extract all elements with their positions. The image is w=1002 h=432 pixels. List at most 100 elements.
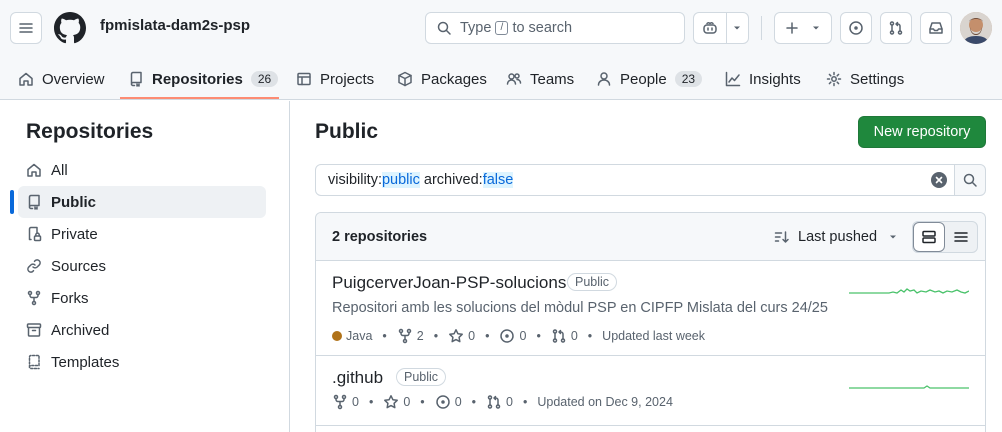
repository-description: Repositori amb les solucions del mòdul P… (332, 300, 828, 316)
card-view-button[interactable] (913, 222, 945, 252)
sort-label: Last pushed (798, 229, 878, 245)
sidebar-item-private[interactable]: Private (18, 218, 266, 250)
issue-opened-icon (435, 395, 450, 409)
search-prefix: Type (460, 20, 492, 36)
archive-icon (26, 323, 42, 337)
home-icon (19, 72, 33, 86)
tab-teams[interactable]: Teams (506, 58, 574, 100)
repo-icon (28, 194, 40, 210)
sidebar-item-templates[interactable]: Templates (18, 346, 266, 378)
updated-timestamp: Updated on Dec 9, 2024 (537, 395, 673, 409)
tab-label: Overview (42, 70, 105, 88)
repository-count: 2 repositories (332, 229, 428, 245)
view-toggle (912, 221, 978, 253)
sidebar-item-public[interactable]: Public (18, 186, 266, 218)
filter-value-visibility: public (381, 172, 420, 188)
person-icon (597, 72, 611, 86)
tab-label: Insights (749, 70, 801, 88)
repo-count-badge: 26 (250, 71, 279, 87)
org-nav-tabs: Overview Repositories 26 Projects Packag… (0, 58, 1002, 100)
hamburger-icon (19, 23, 33, 33)
copilot-button[interactable] (693, 12, 749, 44)
sidebar-item-sources[interactable]: Sources (18, 250, 266, 282)
avatar-icon (960, 12, 992, 44)
sidebar-item-label: Forks (51, 289, 89, 307)
create-new-button[interactable] (774, 12, 832, 44)
table-icon (297, 72, 311, 86)
new-repository-button[interactable]: New repository (858, 116, 986, 148)
repository-filter-input[interactable]: visibility: public archived: false (315, 164, 955, 196)
sidebar-item-forks[interactable]: Forks (18, 282, 266, 314)
forks-count[interactable]: 0 (352, 395, 359, 409)
stars-count[interactable]: 0 (403, 395, 410, 409)
fork-icon (333, 394, 347, 410)
active-item-marker (10, 190, 14, 214)
inbox-icon (929, 22, 943, 34)
chevron-down-icon (813, 26, 819, 30)
tab-label: Teams (530, 70, 575, 88)
sidebar-item-archived[interactable]: Archived (18, 314, 266, 346)
tab-label: Packages (421, 70, 487, 88)
clear-filter-button[interactable] (931, 172, 947, 188)
sidebar: Repositories All Public Private Sources … (0, 101, 290, 432)
filter-search-button[interactable] (954, 164, 986, 196)
pulls-count[interactable]: 0 (506, 395, 513, 409)
rows-icon (922, 230, 936, 244)
page-title: Public (315, 120, 379, 143)
repository-meta: Java • 2 • 0 • 0 • 0 • Updated last week (332, 328, 705, 344)
tab-projects[interactable]: Projects (296, 58, 374, 100)
people-icon (506, 73, 522, 85)
menu-button[interactable] (10, 12, 42, 44)
repository-list: 2 repositories Last pushed PuigcerverJoa… (315, 212, 986, 432)
issues-button[interactable] (840, 12, 872, 44)
active-tab-underline (120, 97, 279, 99)
search-icon (963, 173, 977, 187)
tab-repositories[interactable]: Repositories 26 (128, 58, 279, 100)
fork-icon (27, 290, 41, 306)
org-name[interactable]: fpmislata-dam2s-psp (100, 17, 250, 34)
repository-name-link[interactable]: PuigcerverJoan-PSP-solucions (332, 273, 566, 293)
repo-icon (130, 71, 142, 87)
stars-count[interactable]: 0 (468, 329, 475, 343)
repository-meta: 0 • 0 • 0 • 0 • Updated on Dec 9, 2024 (332, 394, 673, 410)
sidebar-item-label: Templates (51, 353, 120, 371)
inbox-button[interactable] (920, 12, 952, 44)
tab-label: Settings (850, 70, 905, 88)
list-view-button[interactable] (945, 222, 977, 252)
issues-count[interactable]: 0 (519, 329, 526, 343)
tab-overview[interactable]: Overview (18, 58, 105, 100)
plus-icon (786, 22, 798, 34)
repository-language: Java (346, 329, 373, 343)
filter-key-visibility: visibility: (328, 172, 382, 188)
search-shortcut-key: / (495, 21, 509, 35)
issues-count[interactable]: 0 (455, 395, 462, 409)
issue-opened-icon (849, 21, 863, 35)
chevron-down-icon[interactable] (733, 24, 741, 32)
sort-desc-icon (774, 231, 789, 243)
people-count-badge: 23 (674, 71, 703, 87)
sidebar-item-all[interactable]: All (18, 154, 266, 186)
star-icon (384, 395, 399, 409)
github-logo[interactable] (54, 12, 86, 44)
star-icon (449, 329, 464, 343)
sidebar-item-label: All (51, 161, 68, 179)
link-icon (27, 259, 41, 273)
sidebar-item-label: Public (51, 193, 97, 211)
pulls-count[interactable]: 0 (571, 329, 578, 343)
home-icon (27, 163, 41, 177)
pull-requests-button[interactable] (880, 12, 912, 44)
repository-name-link[interactable]: .github (332, 368, 383, 388)
pull-request-icon (889, 21, 903, 35)
pull-request-icon (487, 395, 501, 409)
tab-insights[interactable]: Insights (725, 58, 801, 100)
search-input[interactable]: Type / to search (425, 12, 685, 44)
tab-packages[interactable]: Packages (397, 58, 487, 100)
repository-list-header: 2 repositories Last pushed (316, 213, 985, 261)
user-avatar[interactable] (960, 12, 992, 44)
tab-settings[interactable]: Settings (826, 58, 904, 100)
tab-people[interactable]: People 23 (596, 58, 703, 100)
sort-dropdown[interactable]: Last pushed (774, 225, 897, 249)
visibility-badge: Public (567, 273, 618, 291)
forks-count[interactable]: 2 (417, 329, 424, 343)
lock-icon (28, 226, 42, 242)
